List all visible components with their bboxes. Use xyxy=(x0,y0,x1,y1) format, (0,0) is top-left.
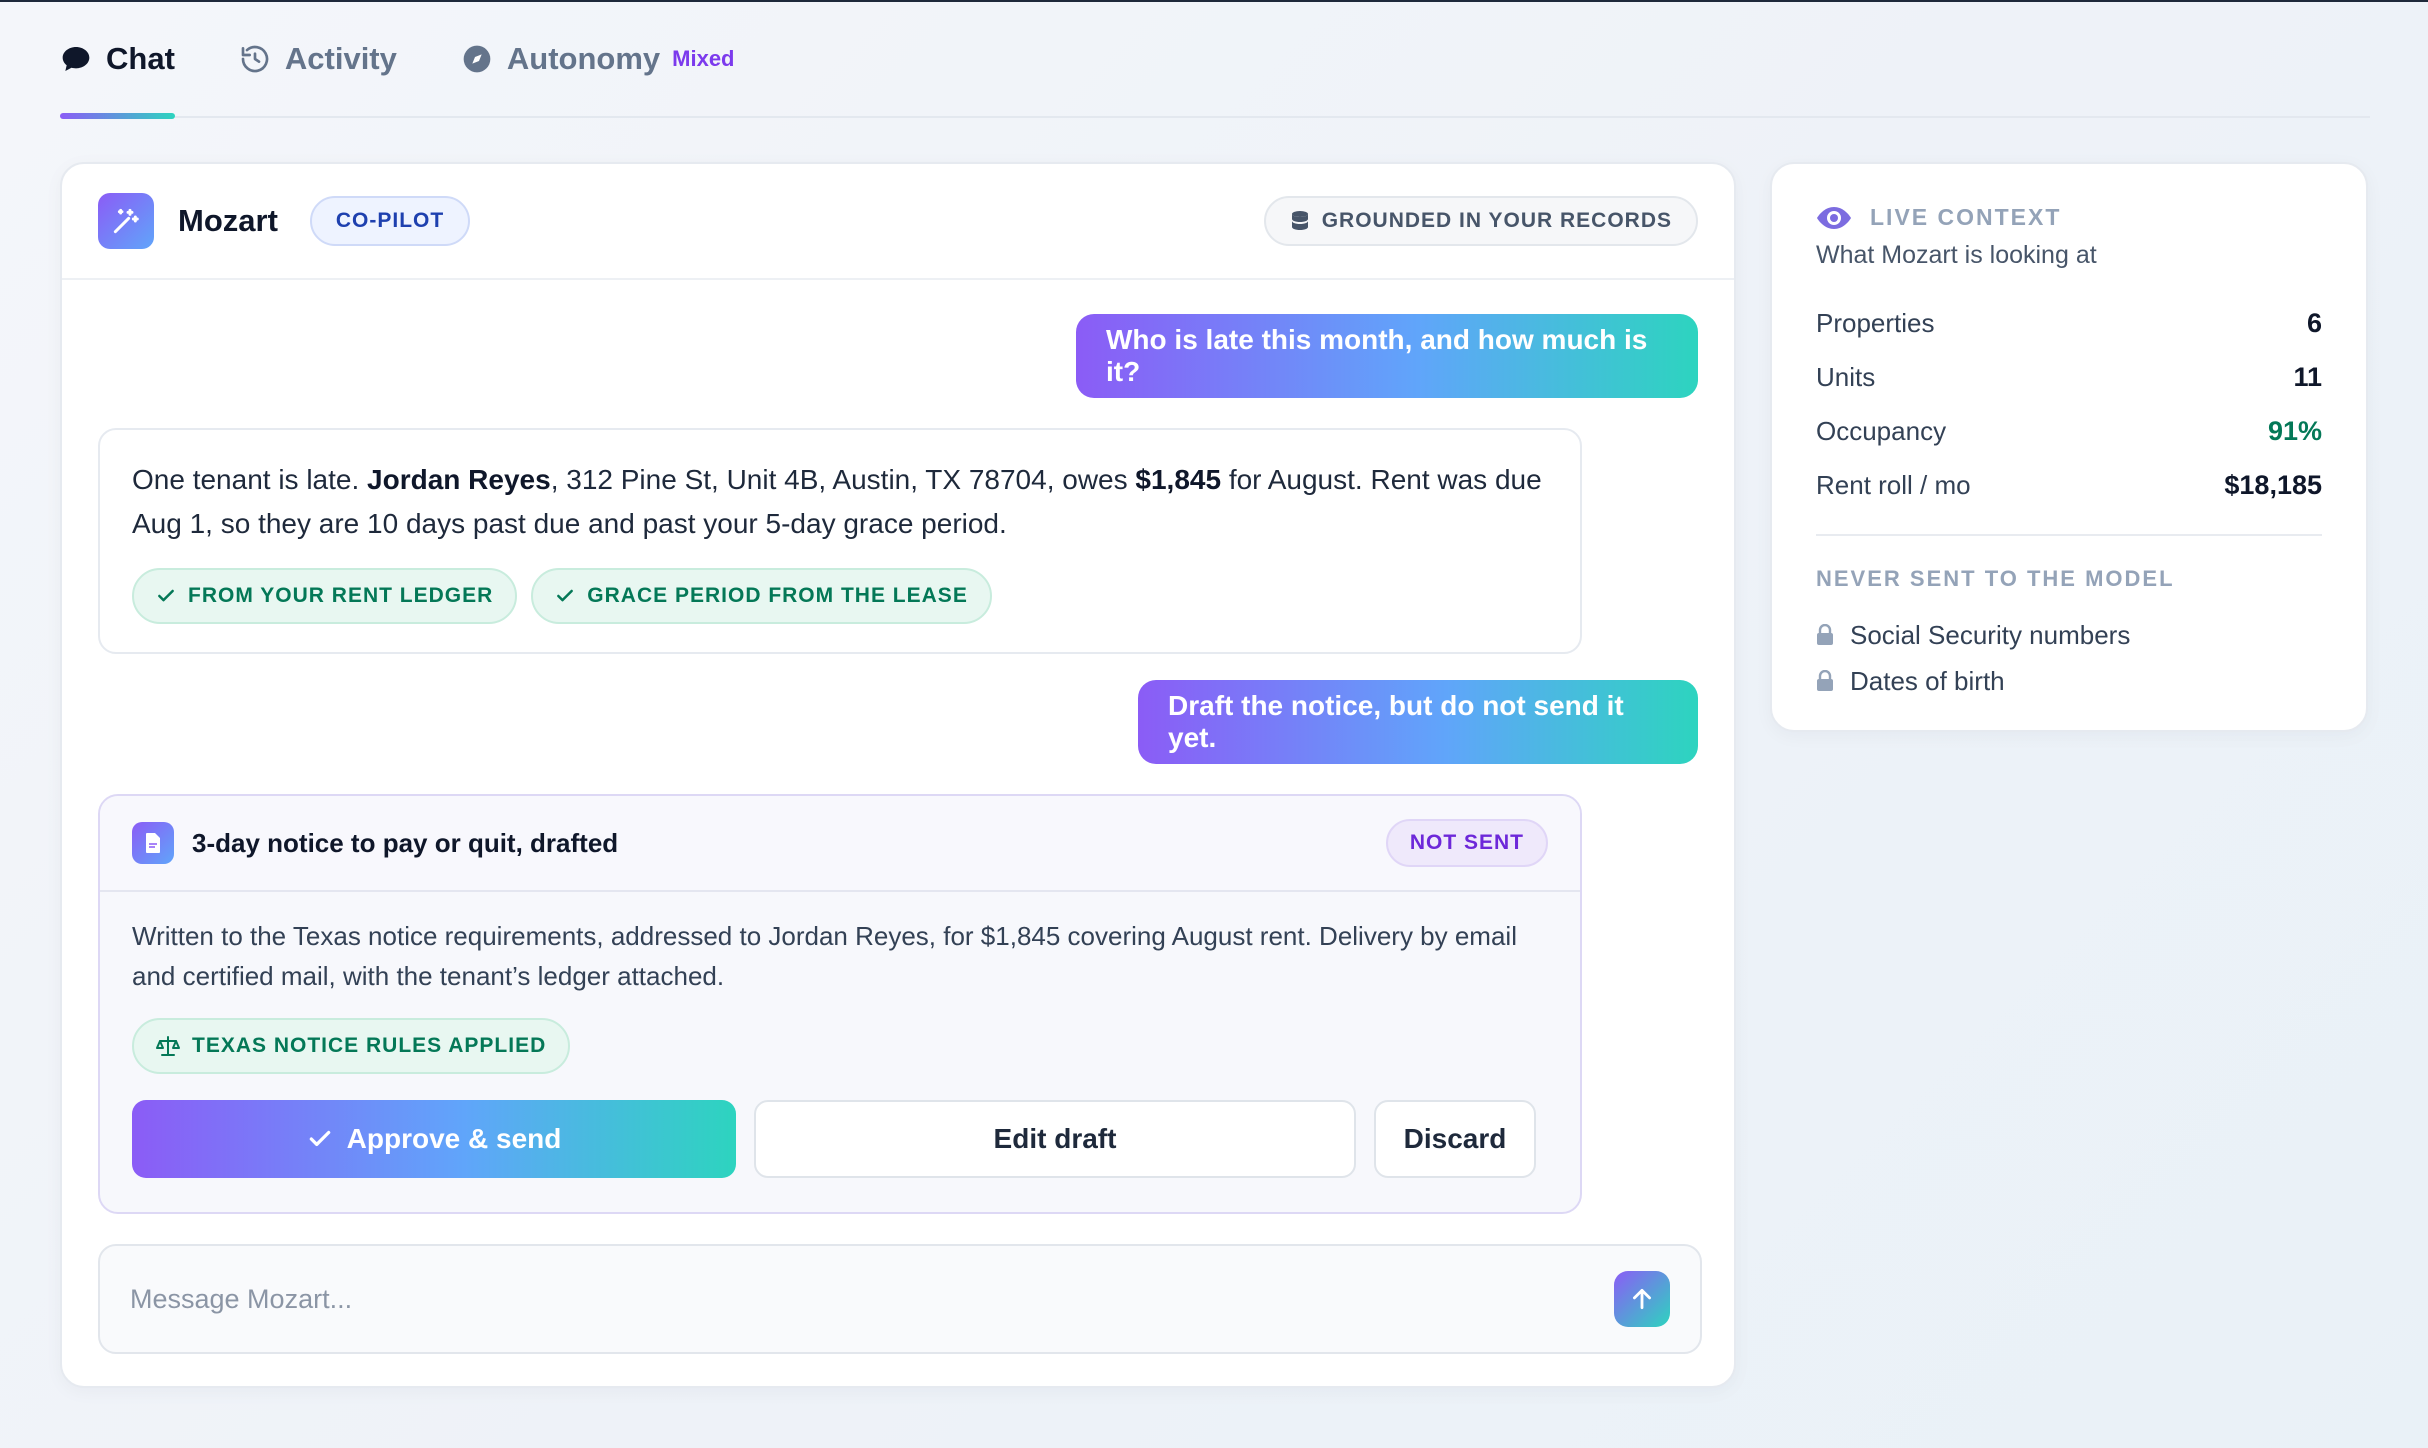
user-message: Who is late this month, and how much is … xyxy=(1076,314,1698,398)
send-button[interactable] xyxy=(1614,1271,1670,1327)
lock-icon xyxy=(1817,624,1833,645)
edit-draft-button[interactable]: Edit draft xyxy=(754,1100,1356,1178)
never-sent-list: Social Security numbers Dates of birth xyxy=(1816,612,2322,704)
eye-icon xyxy=(1817,206,1851,229)
check-icon xyxy=(309,1130,330,1147)
list-item: Social Security numbers xyxy=(1816,612,2322,658)
assistant-name: Mozart xyxy=(178,203,278,238)
assistant-message: One tenant is late. Jordan Reyes, 312 Pi… xyxy=(98,428,1582,654)
scales-icon xyxy=(156,1036,180,1056)
status-badge: NOT SENT xyxy=(1385,819,1548,867)
tab-autonomy-label: Autonomy xyxy=(506,41,661,76)
draft-body: Written to the Texas notice requirements… xyxy=(100,892,1580,1202)
draft-card: 3-day notice to pay or quit, drafted NOT… xyxy=(98,794,1582,1214)
live-context-subtitle: What Mozart is looking at xyxy=(1816,241,2097,269)
stat-row: Rent roll / mo $18,185 xyxy=(1816,469,2322,500)
lock-icon xyxy=(1817,670,1833,691)
chat-panel: Mozart CO-PILOT GROUNDED IN YOUR RECORDS… xyxy=(60,162,1736,1388)
grounded-label: GROUNDED IN YOUR RECORDS xyxy=(1321,209,1672,232)
live-context-title: LIVE CONTEXT xyxy=(1870,204,2062,230)
compass-icon xyxy=(461,43,493,75)
discard-button[interactable]: Discard xyxy=(1374,1100,1536,1178)
document-icon xyxy=(132,822,174,864)
arrow-up-icon xyxy=(1633,1288,1651,1310)
rules-chip: TEXAS NOTICE RULES APPLIED xyxy=(132,1018,571,1074)
tab-activity-label: Activity xyxy=(284,41,397,76)
source-chips: FROM YOUR RENT LEDGER GRACE PERIOD FROM … xyxy=(132,568,1548,624)
stat-row: Units 11 xyxy=(1816,361,2322,392)
draft-header: 3-day notice to pay or quit, drafted NOT… xyxy=(100,796,1580,892)
divider xyxy=(1816,534,2322,536)
copilot-badge: CO-PILOT xyxy=(309,196,471,246)
magic-wand-icon xyxy=(98,193,154,249)
answer-text: One tenant is late. Jordan Reyes, 312 Pi… xyxy=(132,464,1542,539)
draft-title: 3-day notice to pay or quit, drafted xyxy=(192,827,619,858)
message-input[interactable] xyxy=(130,1283,1614,1315)
message-composer xyxy=(98,1244,1702,1354)
database-icon xyxy=(1291,211,1308,230)
stats-list: Properties 6 Units 11 Occupancy 91% Rent… xyxy=(1816,296,2322,512)
tab-bar: Chat Activity Autonomy Mixed xyxy=(60,1,2370,119)
amount-owed: $1,845 xyxy=(1135,464,1222,495)
tab-chat[interactable]: Chat xyxy=(60,1,175,119)
source-chip: GRACE PERIOD FROM THE LEASE xyxy=(531,568,992,624)
tenant-name: Jordan Reyes xyxy=(367,464,551,495)
history-icon xyxy=(239,43,271,75)
check-icon xyxy=(557,589,574,602)
tab-chat-label: Chat xyxy=(106,41,175,76)
chat-bubble-icon xyxy=(60,43,92,75)
user-message: Draft the notice, but do not send it yet… xyxy=(1138,680,1698,764)
approve-send-button[interactable]: Approve & send xyxy=(132,1100,736,1178)
live-context-panel: LIVE CONTEXT What Mozart is looking at P… xyxy=(1770,162,2368,732)
draft-summary: Written to the Texas notice requirements… xyxy=(132,921,1517,991)
never-sent-title: NEVER SENT TO THE MODEL xyxy=(1816,566,2175,591)
tab-activity[interactable]: Activity xyxy=(239,1,397,117)
draft-actions: Approve & send Edit draft Discard xyxy=(132,1100,1548,1178)
chat-header: Mozart CO-PILOT GROUNDED IN YOUR RECORDS xyxy=(62,164,1734,280)
check-icon xyxy=(158,589,174,602)
stat-row: Occupancy 91% xyxy=(1816,415,2322,446)
source-chip: FROM YOUR RENT LEDGER xyxy=(132,568,518,624)
grounded-badge: GROUNDED IN YOUR RECORDS xyxy=(1263,196,1698,246)
tab-autonomy[interactable]: Autonomy Mixed xyxy=(461,1,735,117)
autonomy-mode-badge: Mixed xyxy=(672,46,735,71)
stat-row: Properties 6 xyxy=(1816,307,2322,338)
list-item: Dates of birth xyxy=(1816,658,2322,704)
